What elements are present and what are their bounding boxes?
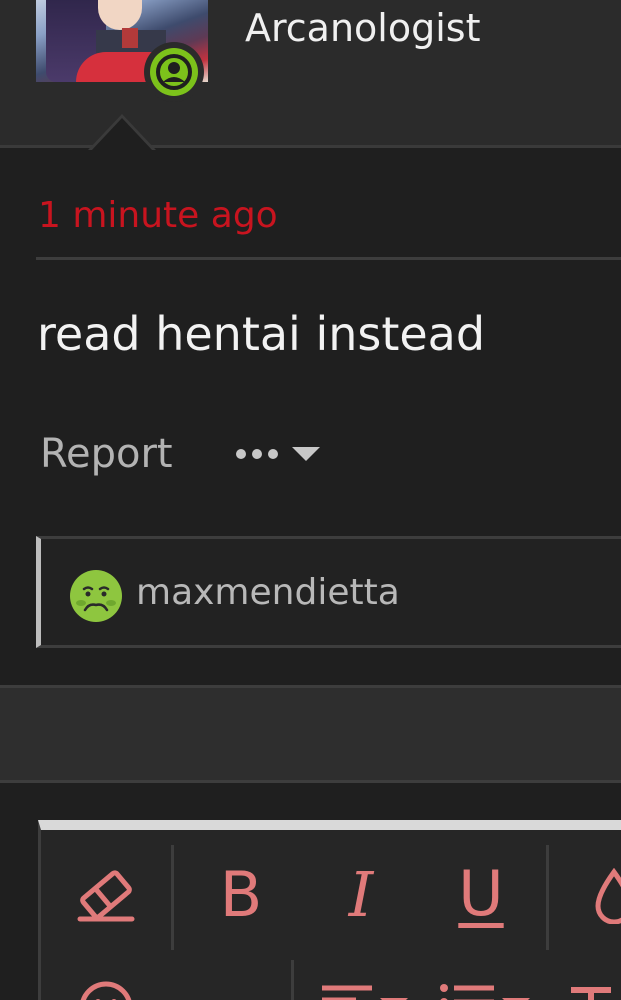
more-dropdown-icon <box>183 990 283 1000</box>
pointer-arrow-icon <box>88 114 156 151</box>
reaction-box: maxmendietta <box>36 536 621 648</box>
toolbar-separator <box>171 845 174 950</box>
eraser-icon <box>77 870 135 922</box>
align-button[interactable] <box>316 980 416 1000</box>
reaction-username[interactable]: maxmendietta <box>136 571 400 615</box>
list-button[interactable] <box>436 980 536 1000</box>
toolbar-separator <box>291 960 294 1000</box>
more-dot-icon <box>268 449 278 459</box>
more-dot-icon <box>236 449 246 459</box>
more-dot-icon <box>252 449 262 459</box>
underline-button[interactable]: U <box>446 854 516 934</box>
bold-icon: B <box>219 858 263 931</box>
smiley-icon <box>80 981 132 1000</box>
italic-icon: I <box>348 858 374 931</box>
text-size-icon <box>571 987 611 1000</box>
italic-button[interactable]: I <box>326 860 396 930</box>
bold-button[interactable]: B <box>206 860 276 930</box>
list-icon <box>440 984 530 1000</box>
emoji-button[interactable] <box>71 978 141 1000</box>
more-actions-button[interactable] <box>236 440 326 470</box>
underline-icon: U <box>458 857 504 930</box>
toolbar-separator <box>546 845 549 950</box>
align-left-icon <box>322 985 408 1000</box>
message-body: read hentai instead <box>37 307 486 361</box>
user-icon <box>156 54 192 90</box>
message-timestamp[interactable]: 1 minute ago <box>38 194 278 238</box>
drop-icon <box>595 868 621 924</box>
section-separator <box>0 685 621 783</box>
online-status-badge <box>144 42 204 102</box>
report-link[interactable]: Report <box>40 430 173 478</box>
avatar-tie <box>122 28 138 48</box>
clear-format-button[interactable] <box>71 860 141 930</box>
editor-toolbar: B I U <box>38 820 621 1000</box>
divider <box>36 257 621 260</box>
nauseated-face-icon <box>70 570 122 622</box>
username[interactable]: Arcanologist <box>245 6 480 50</box>
text-size-button[interactable] <box>561 980 621 1000</box>
chat-page: Arcanologist 1 minute ago read hentai in… <box>0 0 621 1000</box>
text-color-button[interactable] <box>586 866 621 926</box>
more-formatting-button[interactable] <box>183 990 283 1000</box>
caret-down-icon <box>292 447 320 461</box>
